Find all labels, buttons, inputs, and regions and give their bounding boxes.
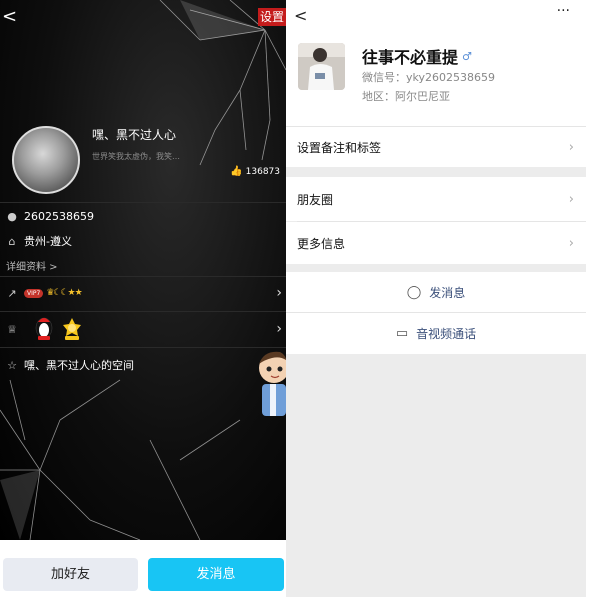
profile-name-row: 往事不必重提 ♂ xyxy=(362,44,472,68)
level-chart-icon: ↗ xyxy=(7,286,17,300)
wechat-id: 微信号：yky2602538659 xyxy=(362,71,495,84)
add-friend-button[interactable]: 加好友 xyxy=(3,558,138,591)
qzone-label: 嘿、黑不过人心的空间 xyxy=(24,359,134,372)
qq-number: 2602538659 xyxy=(24,209,94,223)
cartoon-mascot-image xyxy=(259,351,286,416)
chevron-right-icon: › xyxy=(276,285,282,301)
star-icon: ☆ xyxy=(7,358,17,372)
bottom-action-bar: 加好友 发消息 xyxy=(0,540,286,597)
moments-label: 朋友圈 xyxy=(297,192,334,207)
avatar[interactable] xyxy=(12,126,80,194)
video-call-label: 音视频通话 xyxy=(416,327,477,341)
divider xyxy=(0,202,286,203)
wechat-profile-panel: < ··· 往事不必重提 ♂ 微信号：yky2602538659 地区：阿尔巴尼… xyxy=(286,0,586,597)
back-button[interactable]: < xyxy=(2,8,18,26)
nickname: 嘿、黑不过人心 xyxy=(92,128,177,142)
more-info-label: 更多信息 xyxy=(297,236,346,251)
divider xyxy=(0,276,286,277)
penguin-badge-icon xyxy=(35,317,53,340)
home-icon: ⌂ xyxy=(8,234,16,248)
divider xyxy=(0,311,286,312)
send-message-label: 发消息 xyxy=(429,285,466,300)
avatar[interactable] xyxy=(298,43,345,90)
video-camera-icon: ▭ xyxy=(395,326,409,341)
vip-badge: VIP7 xyxy=(24,288,44,298)
more-info-item[interactable]: 更多信息 › xyxy=(286,222,586,264)
region: 地区：阿尔巴尼亚 xyxy=(362,90,450,103)
profile-header: < ··· 往事不必重提 ♂ 微信号：yky2602538659 地区：阿尔巴尼… xyxy=(286,0,586,126)
right-margin xyxy=(586,0,593,597)
chat-bubble-icon: ◯ xyxy=(406,284,422,300)
settings-button[interactable]: 设置 xyxy=(257,8,286,26)
more-options-icon[interactable]: ··· xyxy=(557,3,570,19)
qq-profile-panel: < 设置 嘿、黑不过人心 世界笑我太虚伪，我笑… 👍 136873 ● 2602… xyxy=(0,0,286,597)
remark-tags-label: 设置备注和标签 xyxy=(297,140,382,155)
chevron-right-icon: › xyxy=(568,139,574,155)
divider xyxy=(0,347,286,348)
medal-icon: ♕ xyxy=(7,322,17,336)
like-counter[interactable]: 👍 136873 xyxy=(230,166,280,177)
chevron-right-icon: › xyxy=(276,321,282,337)
chevron-right-icon: › xyxy=(568,191,574,207)
penguin-icon: ● xyxy=(7,209,17,223)
remark-tags-item[interactable]: 设置备注和标签 › xyxy=(286,127,586,167)
details-link[interactable]: 详细资料 > xyxy=(6,258,58,273)
male-gender-icon: ♂ xyxy=(462,49,472,63)
moments-item[interactable]: 朋友圈 › xyxy=(286,177,586,221)
back-button[interactable]: < xyxy=(294,6,307,25)
video-call-action[interactable]: ▭ 音视频通话 xyxy=(286,313,586,354)
send-message-action[interactable]: ◯ 发消息 xyxy=(286,272,586,312)
profile-name: 往事不必重提 xyxy=(362,48,459,67)
thumbs-up-icon: 👍 xyxy=(230,166,243,177)
location-row: ⌂ 贵州-遵义 xyxy=(0,232,286,250)
level-icons: ♛☾☾★★ xyxy=(46,288,82,298)
location-text: 贵州-遵义 xyxy=(24,235,72,248)
signature: 世界笑我太虚伪，我笑… xyxy=(92,152,180,161)
avatar-photo xyxy=(298,43,345,90)
qzone-row[interactable]: ☆ 嘿、黑不过人心的空间 xyxy=(0,356,286,374)
sun-badge-icon xyxy=(63,318,81,340)
qq-number-row: ● 2602538659 xyxy=(0,207,286,225)
chevron-right-icon: › xyxy=(568,235,574,251)
like-count: 136873 xyxy=(245,166,280,177)
send-message-button[interactable]: 发消息 xyxy=(148,558,284,591)
level-row[interactable]: ↗ VIP7 ♛☾☾★★ › xyxy=(0,284,286,302)
